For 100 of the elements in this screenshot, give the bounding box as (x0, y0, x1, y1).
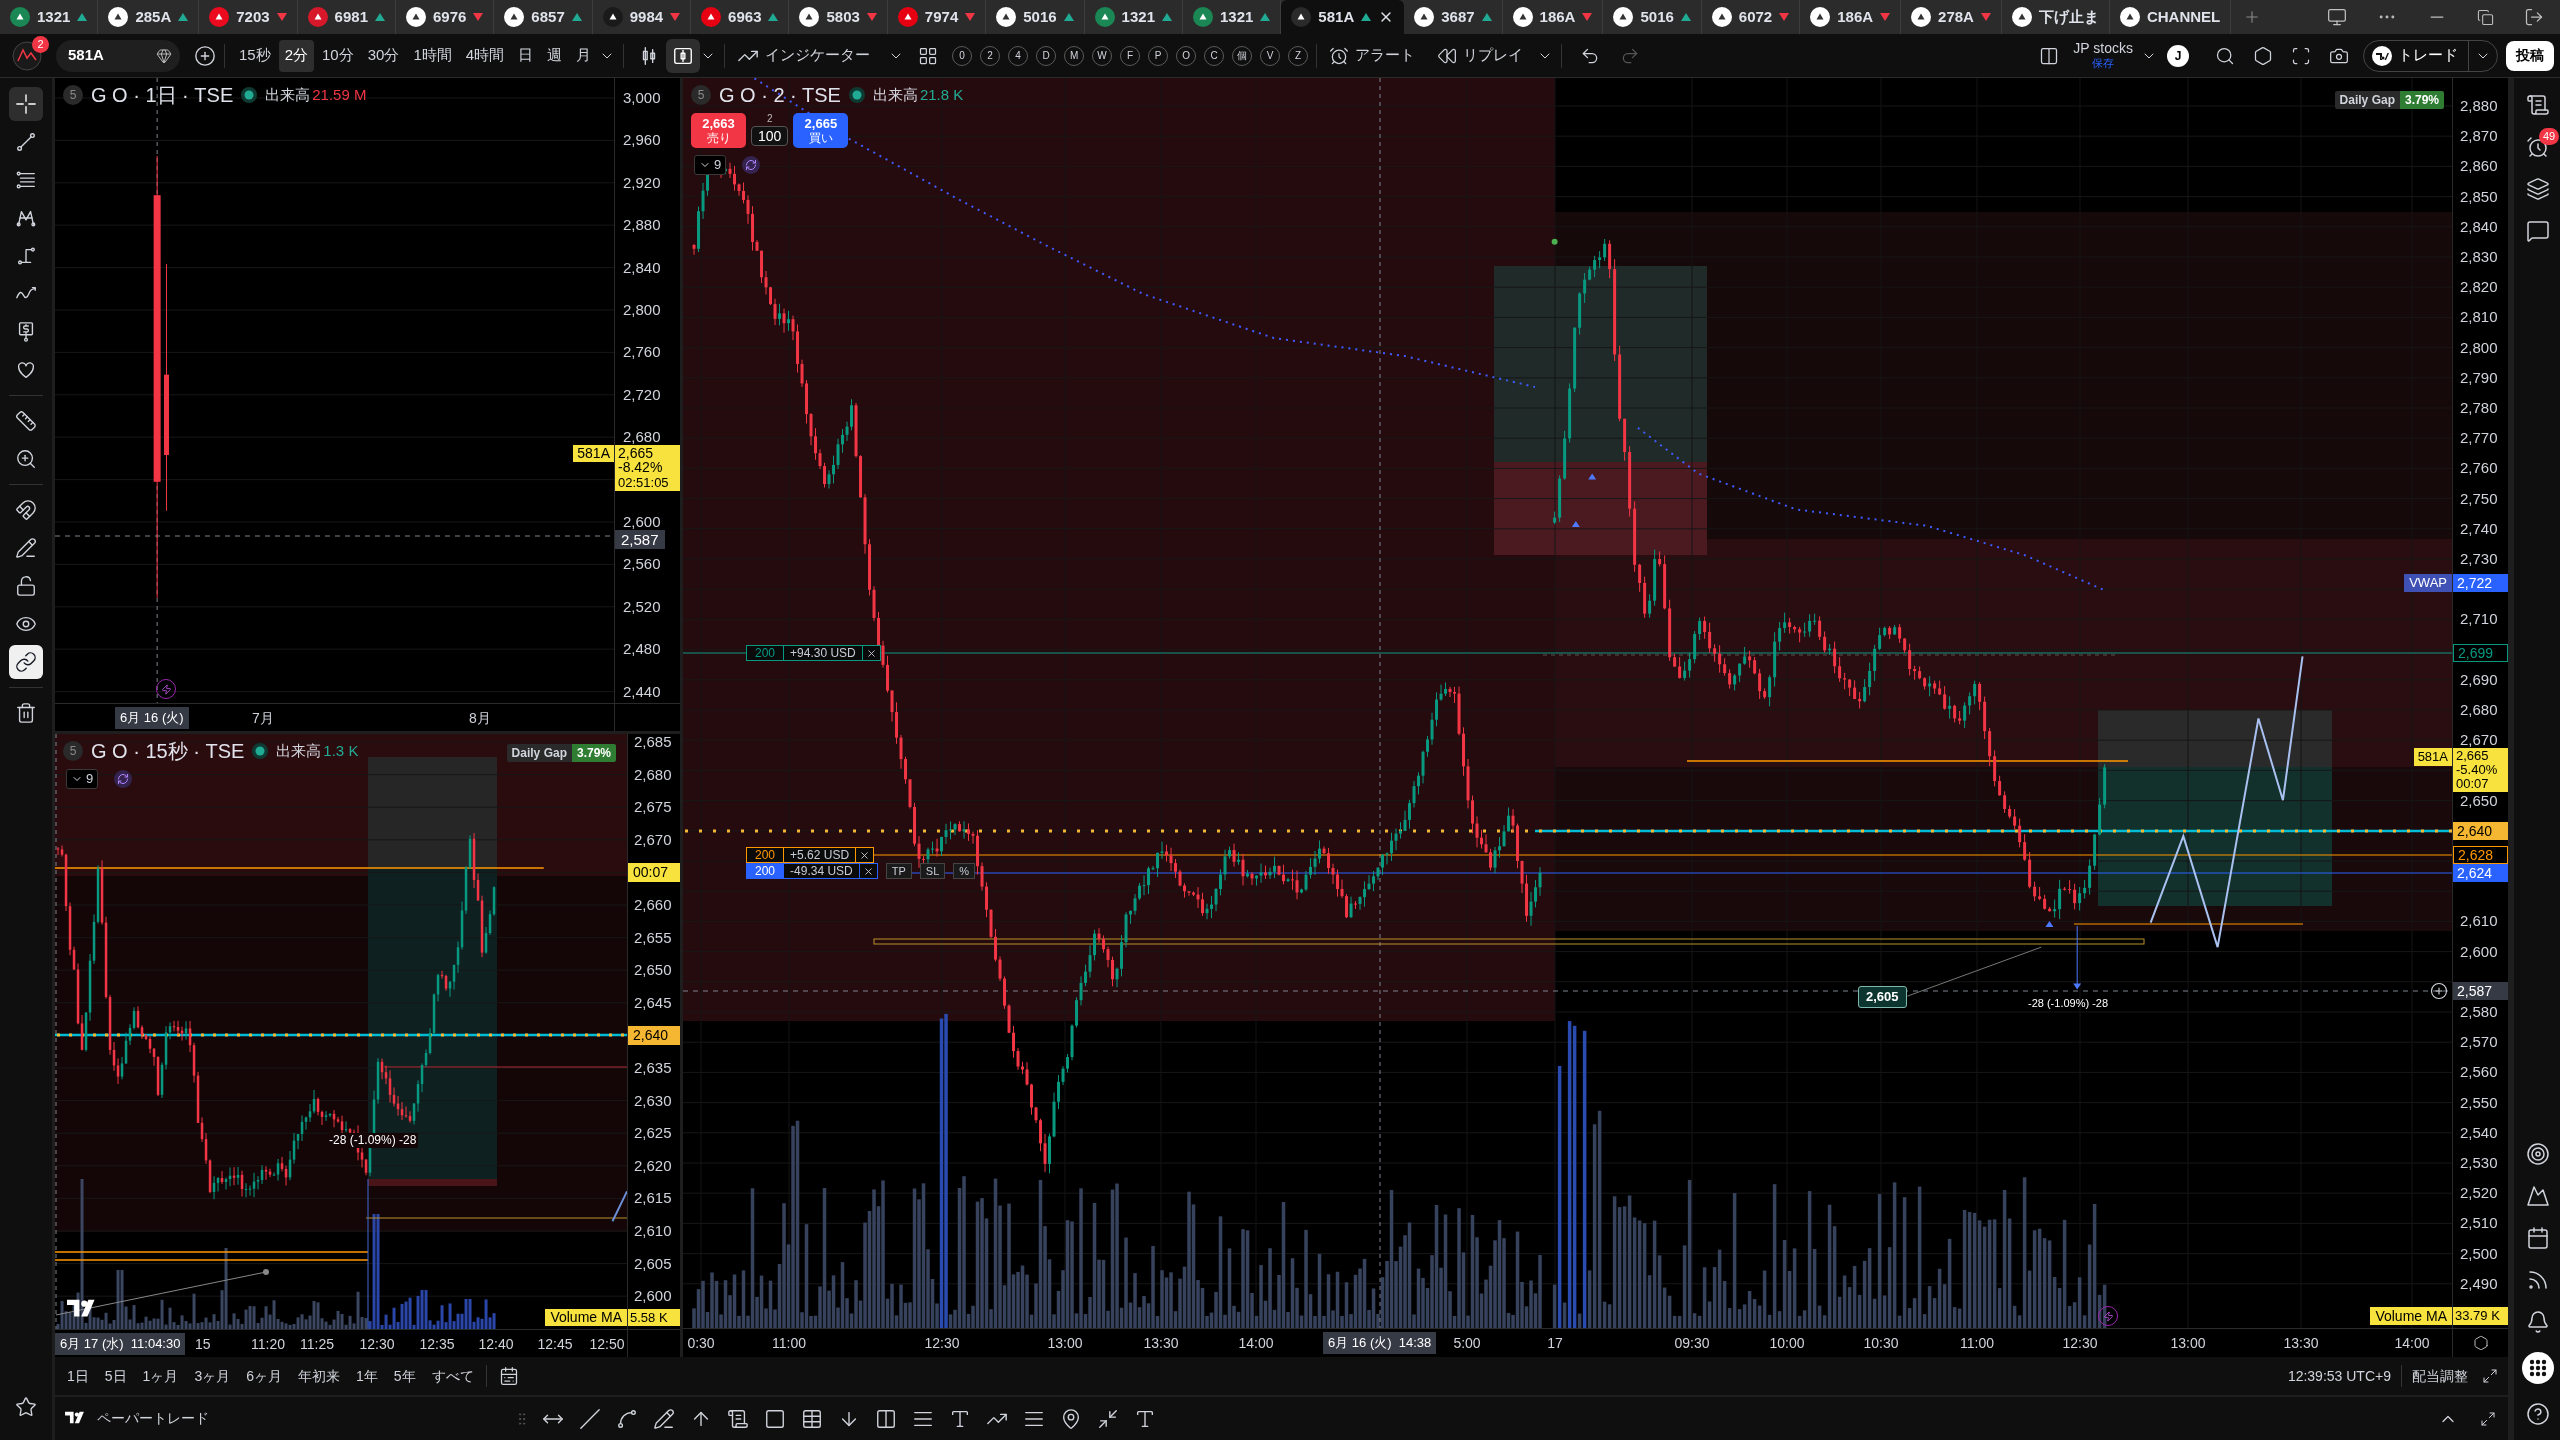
adjust-button[interactable]: 配当調整 (2412, 1365, 2468, 1387)
order-label[interactable]: 200 +94.30 USD (746, 645, 881, 661)
hexagon-icon[interactable] (2472, 1335, 2489, 1351)
buy-button[interactable]: 2,665 買い (793, 113, 849, 148)
curve-icon[interactable] (616, 1407, 638, 1430)
pencil-icon[interactable] (653, 1407, 675, 1430)
quantity-field[interactable]: 100 (751, 126, 789, 146)
table-icon[interactable] (801, 1407, 823, 1430)
order-action-button[interactable]: % (953, 863, 976, 879)
range-button[interactable]: 5年 (393, 1365, 416, 1387)
search-icon[interactable] (2215, 45, 2235, 66)
range-button[interactable]: 3ヶ月 (194, 1365, 231, 1387)
user-avatar[interactable]: J (2167, 44, 2189, 67)
order-action-button[interactable]: SL (919, 863, 946, 879)
daily-gap-value: 3.79% (2399, 91, 2444, 109)
symbol-search-field[interactable]: 581A (56, 39, 180, 72)
range-button[interactable]: 5日 (104, 1365, 127, 1387)
interval-button[interactable]: 日 (512, 39, 540, 72)
scroll-icon[interactable] (2526, 93, 2550, 117)
range-button[interactable]: 年初来 (298, 1365, 340, 1387)
close-icon[interactable] (859, 849, 871, 861)
ruler-icon[interactable] (15, 410, 37, 432)
order-action-button[interactable]: TP (885, 863, 912, 879)
tab[interactable]: 581A (1281, 0, 1405, 34)
chart-title[interactable]: G O · 1日 · TSE (91, 83, 234, 107)
indicators-button[interactable]: インジケーター (733, 44, 875, 67)
apps-icon[interactable] (2522, 1352, 2554, 1384)
columns-icon[interactable] (2039, 45, 2060, 66)
sell-button[interactable]: 2,663 売り (691, 113, 746, 148)
alert-button[interactable]: アラート (1325, 44, 1420, 67)
monitor-icon[interactable] (2327, 7, 2347, 27)
expand-icon[interactable] (2482, 1368, 2498, 1384)
range-button[interactable]: 1日 (67, 1365, 89, 1387)
magnet-icon[interactable] (15, 499, 37, 521)
candle-box-icon[interactable] (666, 38, 701, 73)
pencil-icon[interactable] (15, 537, 37, 559)
crosshair-icon[interactable] (9, 87, 43, 121)
range-button[interactable]: 1年 (356, 1365, 378, 1387)
order-label[interactable]: 200 -49.34 USD (746, 863, 878, 879)
measure-icon[interactable] (15, 245, 37, 267)
star-icon[interactable] (15, 1396, 37, 1418)
trend-line-icon[interactable] (15, 131, 37, 153)
interval-button[interactable]: 10分 (316, 39, 360, 72)
publish-button[interactable]: 投稿 (2506, 40, 2554, 71)
hexagon-icon[interactable] (2253, 45, 2273, 66)
range-button[interactable]: 6ヶ月 (246, 1365, 282, 1387)
horizontal-lines-icon[interactable] (15, 169, 37, 191)
panel-title[interactable]: ペーパートレード (97, 1408, 209, 1429)
columns-icon[interactable] (875, 1407, 897, 1430)
zoom-in-icon[interactable] (15, 448, 37, 470)
expand-icon[interactable] (2480, 1410, 2496, 1427)
calendar-icon[interactable] (498, 1366, 519, 1386)
interval-button[interactable]: 2分 (278, 39, 315, 72)
pin-icon[interactable] (1060, 1407, 1082, 1430)
spread-value: 2 (766, 113, 773, 125)
rectangle-icon[interactable] (764, 1407, 786, 1430)
fullscreen-icon[interactable] (2291, 45, 2311, 66)
layout-name-button[interactable]: JP stocks 保存 (2073, 40, 2133, 71)
trash-icon[interactable] (15, 702, 37, 724)
layers-icon[interactable] (2526, 177, 2550, 201)
pane-number-badge[interactable]: 5 (63, 85, 83, 105)
layers-dropdown[interactable]: 9 (694, 155, 727, 175)
interval-button[interactable]: 週 (541, 39, 569, 72)
interval-button[interactable]: 15秒 (233, 39, 277, 72)
gem-icon[interactable] (156, 47, 172, 64)
plus-circle-icon[interactable] (2430, 982, 2448, 1000)
price-axis-label: 2,610 (634, 1223, 672, 1239)
close-icon[interactable] (862, 865, 874, 877)
close-icon[interactable] (865, 647, 877, 659)
replay-button[interactable]: リプレイ (1433, 44, 1528, 67)
calendar-icon[interactable] (2526, 1226, 2550, 1250)
mountain-icon[interactable] (2526, 1184, 2550, 1208)
order-label[interactable]: 200 +5.62 USD (746, 847, 875, 863)
chart-title[interactable]: G O · 2 · TSE (719, 83, 841, 107)
bell-icon[interactable] (2526, 1310, 2550, 1334)
add-icon[interactable] (194, 44, 216, 67)
chart-title[interactable]: G O · 15秒 · TSE (91, 739, 245, 763)
time-axis-label: 12:30 (2062, 1335, 2098, 1351)
interval-button[interactable]: 4時間 (459, 39, 511, 72)
range-button[interactable]: 1ヶ月 (142, 1365, 179, 1387)
padlock-icon[interactable] (15, 575, 37, 597)
exit-icon[interactable] (2524, 7, 2544, 27)
interval-button[interactable]: 1時間 (407, 39, 458, 72)
collapse-icon[interactable] (1097, 1407, 1119, 1430)
range-button[interactable]: すべて (431, 1365, 474, 1387)
chat-icon[interactable] (2526, 219, 2550, 243)
diagonal-line-icon[interactable] (579, 1407, 601, 1430)
interval-button[interactable]: 月 (570, 39, 598, 72)
price-axis-label: 2,800 (2460, 339, 2498, 356)
interval-button[interactable]: 30分 (361, 39, 406, 72)
scroll-icon[interactable] (727, 1407, 749, 1430)
restore-icon[interactable] (2477, 8, 2494, 26)
target-icon[interactable] (2526, 1142, 2550, 1166)
heart-icon[interactable] (15, 359, 37, 381)
grid-icon[interactable] (918, 45, 939, 66)
rss-icon[interactable] (2526, 1268, 2550, 1292)
help-icon[interactable] (2526, 1402, 2550, 1426)
link-icon[interactable] (9, 645, 43, 679)
clock-text[interactable]: 12:39:53 UTC+9 (2287, 1365, 2391, 1387)
layers-dropdown[interactable]: 9 (66, 769, 99, 789)
